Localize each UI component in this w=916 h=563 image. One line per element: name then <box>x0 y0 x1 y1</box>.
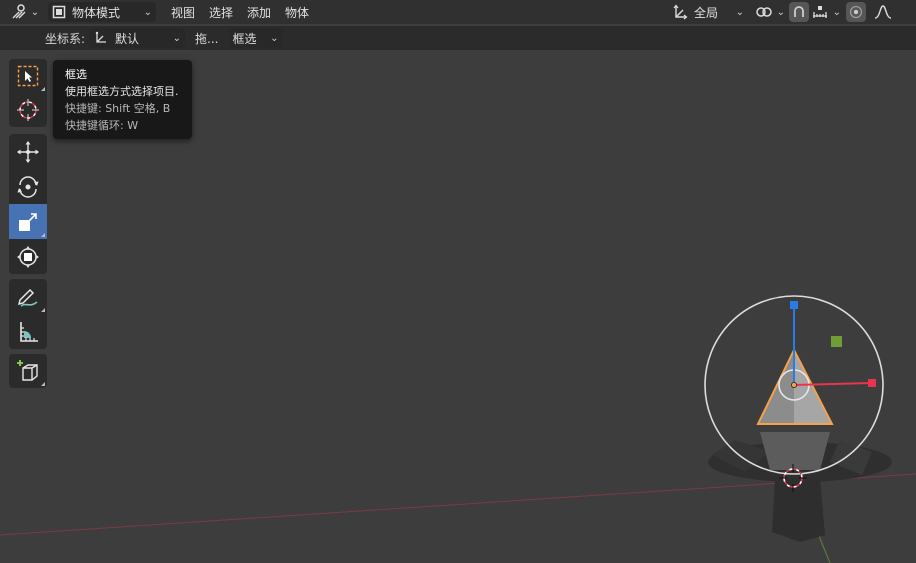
toolbar-annotate-group <box>9 279 47 349</box>
tool-submenu-indicator <box>41 87 45 91</box>
pivot-point-dropdown[interactable]: ⌄ <box>755 2 785 22</box>
tool-submenu-indicator <box>41 308 45 312</box>
header-menus: 视图 选择 添加 物体 <box>164 4 316 21</box>
tool-submenu-indicator <box>41 382 45 386</box>
viewport-header: ⌄ 物体模式 ⌄ 视图 选择 添加 物体 全局 ⌄ ⌄ ⌄ <box>0 0 916 24</box>
coord-dropdown[interactable]: 默认 ⌄ <box>89 28 186 48</box>
tool-transform[interactable] <box>9 239 47 274</box>
scale-icon <box>19 212 37 231</box>
proportional-edit-icon <box>849 5 863 19</box>
drag-label: 拖... <box>195 31 219 46</box>
tool-scale[interactable] <box>9 204 47 239</box>
gizmo-y-handle[interactable] <box>831 336 842 347</box>
drag-dropdown[interactable]: 框选 ⌄ <box>228 28 283 48</box>
tooltip-cycle-shortcut: 快捷键循环: W <box>65 119 139 132</box>
object-origin-dot <box>791 381 798 388</box>
drag-value: 框选 <box>232 31 257 46</box>
falloff-dropdown[interactable] <box>868 2 898 22</box>
tool-measure[interactable] <box>9 314 47 349</box>
coord-label: 坐标系: <box>45 31 86 46</box>
transform-icon <box>17 245 39 268</box>
tool-settings-header: 坐标系: 默认 ⌄ 拖... 框选 ⌄ <box>0 26 916 50</box>
select-box-icon <box>17 65 39 87</box>
toolbar-transform-group <box>9 134 47 274</box>
gizmo-x-handle[interactable] <box>868 379 876 387</box>
mode-label: 物体模式 <box>72 5 121 20</box>
toolbar-select-group <box>9 59 47 127</box>
transform-orientation-dropdown[interactable]: 全局 ⌄ <box>668 2 748 22</box>
tool-select-box[interactable] <box>9 59 47 93</box>
tool-settings-dropdown[interactable]: ⌄ <box>8 2 42 22</box>
mode-dropdown[interactable]: 物体模式 ⌄ <box>48 2 156 22</box>
menu-select[interactable]: 选择 <box>202 4 240 21</box>
gizmo-z-handle[interactable] <box>790 301 798 309</box>
menu-view[interactable]: 视图 <box>164 4 202 21</box>
pivot-icon <box>756 7 772 17</box>
select-box-tooltip: 框选 使用框选方式选择项目. 快捷键: Shift 空格, B 快捷键循环: W <box>53 60 192 139</box>
tool-annotate[interactable] <box>9 279 47 314</box>
tool-rotate[interactable] <box>9 169 47 204</box>
tool-add-cube[interactable] <box>9 354 47 388</box>
rotate-icon <box>17 175 39 198</box>
coord-value: 默认 <box>115 31 140 46</box>
tooltip-shortcut: 快捷键: Shift 空格, B <box>65 102 171 115</box>
cursor-icon <box>17 99 39 121</box>
snap-increment-icon <box>813 6 827 18</box>
menu-add[interactable]: 添加 <box>240 4 278 21</box>
toolbar-add-group <box>9 354 47 388</box>
tool-settings-icon <box>12 4 26 19</box>
tool-submenu-indicator <box>41 233 45 237</box>
menu-object[interactable]: 物体 <box>278 4 316 21</box>
proportional-edit-toggle[interactable] <box>846 2 866 22</box>
add-cube-icon <box>17 360 38 381</box>
scene-object-base <box>708 432 892 542</box>
snap-icon <box>794 6 804 17</box>
orientation-icon <box>673 4 688 20</box>
tool-cursor[interactable] <box>9 93 47 127</box>
annotate-icon <box>17 288 38 307</box>
move-icon <box>17 140 39 163</box>
tooltip-description: 使用框选方式选择项目. <box>65 85 179 98</box>
measure-icon <box>20 321 38 342</box>
falloff-curve-icon <box>874 5 892 19</box>
object-mode-icon <box>52 5 66 19</box>
tooltip-title: 框选 <box>65 68 87 81</box>
snap-target-dropdown[interactable]: ⌄ <box>811 2 841 22</box>
orientation-label: 全局 <box>694 5 719 20</box>
tool-move[interactable] <box>9 134 47 169</box>
orientation-default-icon <box>95 31 107 43</box>
snap-toggle[interactable] <box>789 2 809 22</box>
